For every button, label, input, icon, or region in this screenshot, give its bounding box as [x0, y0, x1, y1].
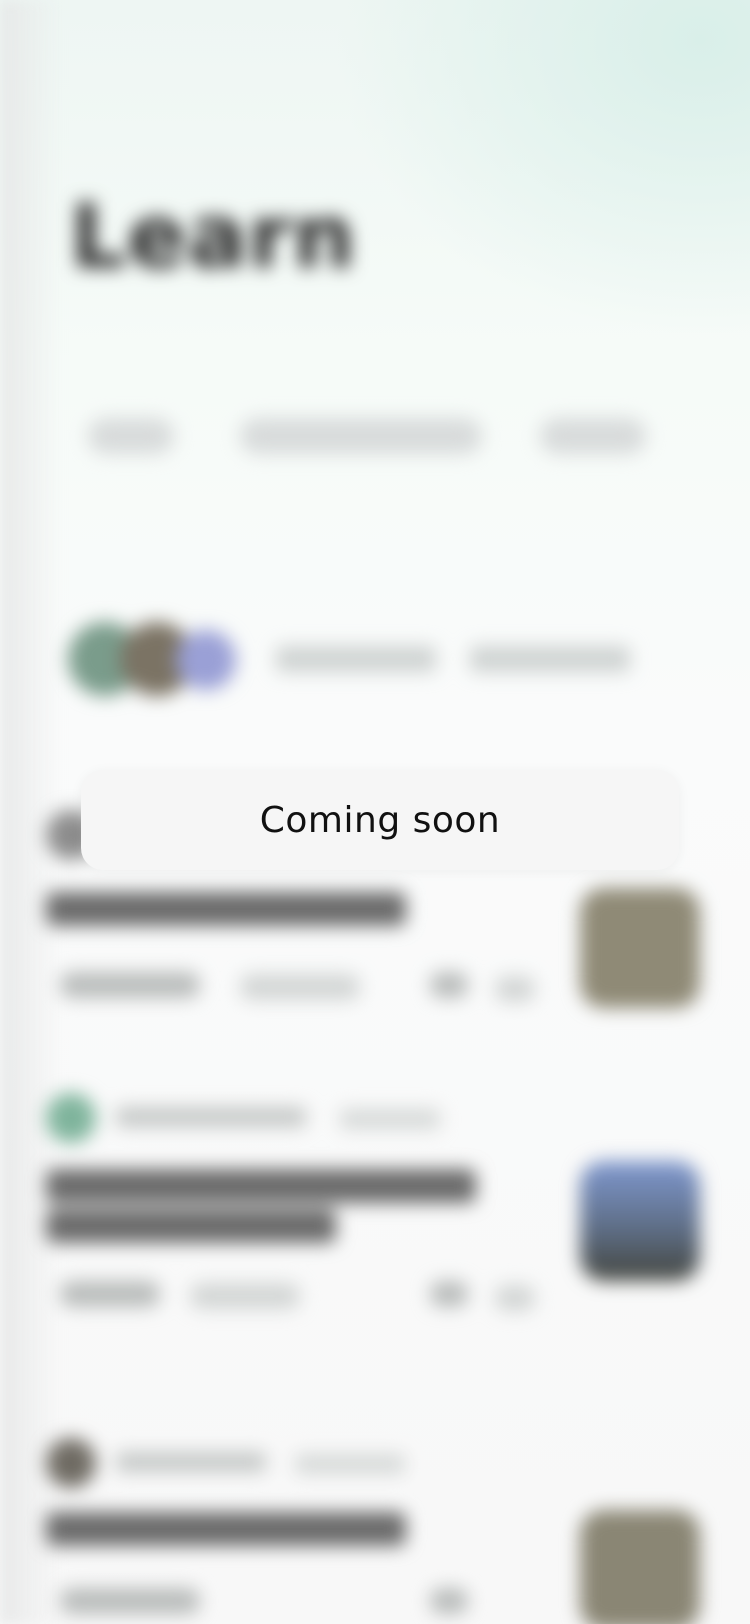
article-count: [495, 976, 535, 1002]
screen: Learn Coming soon: [0, 0, 750, 1624]
avatar: [46, 1093, 96, 1143]
avatar: [46, 1438, 96, 1488]
article-title: [46, 1169, 476, 1203]
article-tag: [60, 1281, 160, 1307]
author-name: [116, 1107, 306, 1127]
filter-chip-2[interactable]: [240, 418, 482, 454]
article-thumbnail: [580, 1161, 700, 1281]
article-card[interactable]: [40, 1085, 710, 1325]
filter-chip-3[interactable]: [540, 418, 646, 454]
article-title-line: [46, 1209, 336, 1243]
article-tag: [60, 972, 200, 998]
bookmark-icon[interactable]: [430, 1281, 468, 1307]
bookmark-icon[interactable]: [430, 1588, 468, 1614]
bookmark-icon[interactable]: [430, 972, 468, 998]
author-name: [116, 1452, 266, 1472]
meta-text: [276, 646, 436, 672]
filter-chip-1[interactable]: [88, 418, 174, 454]
coming-soon-toast: Coming soon: [81, 770, 679, 870]
article-tag: [60, 1588, 200, 1614]
article-card[interactable]: [40, 1430, 710, 1624]
article-count: [495, 1285, 535, 1311]
article-time: [340, 1109, 440, 1129]
toast-message: Coming soon: [259, 799, 501, 841]
article-time: [295, 1454, 405, 1474]
meta-text: [470, 646, 630, 672]
page-title: Learn: [70, 185, 357, 288]
article-date: [190, 1283, 300, 1309]
article-title: [46, 892, 406, 926]
article-date: [240, 974, 360, 1000]
avatar: [176, 630, 236, 690]
article-thumbnail: [580, 1510, 700, 1624]
article-title: [46, 1512, 406, 1546]
article-thumbnail: [580, 888, 700, 1008]
